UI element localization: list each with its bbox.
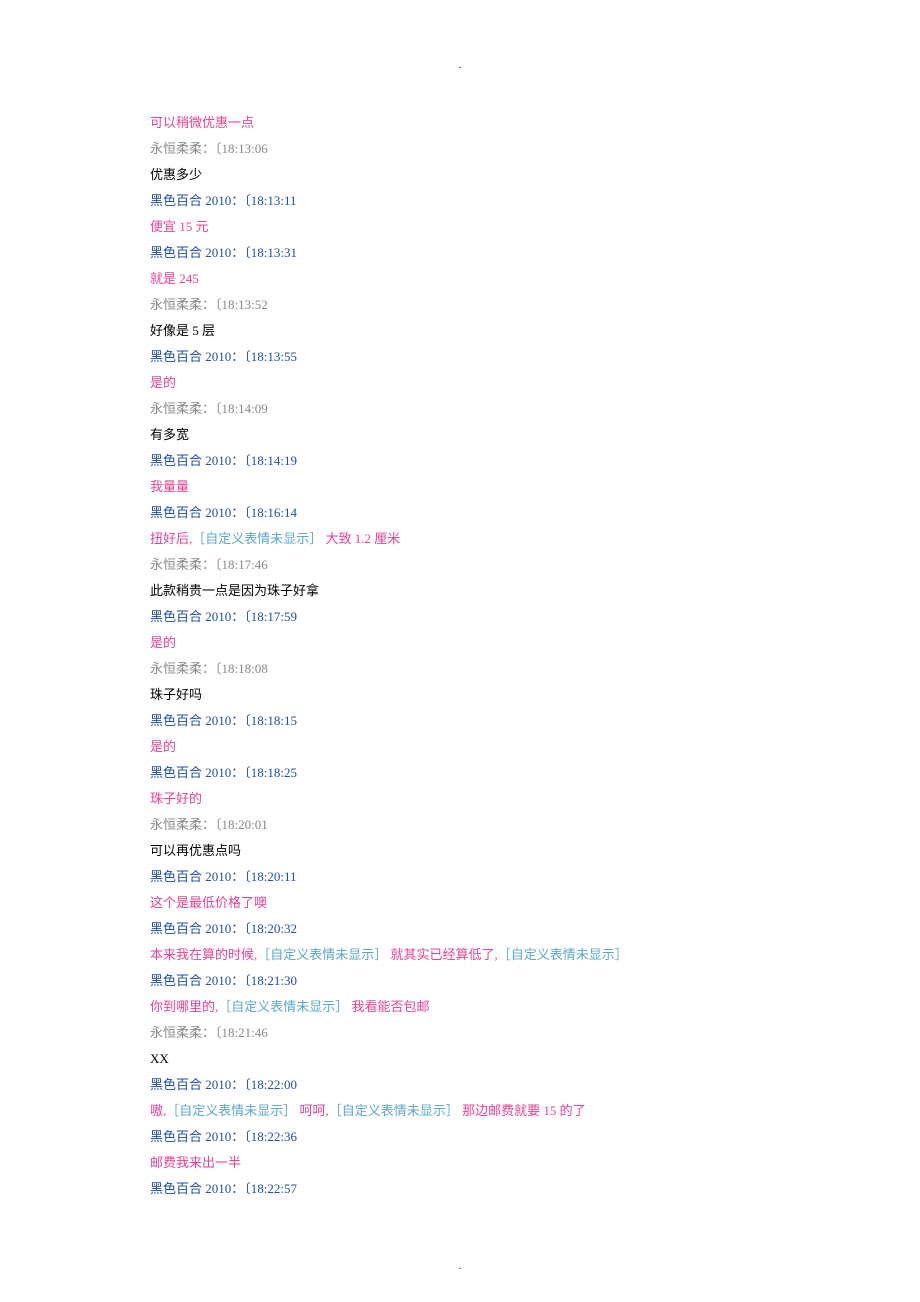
chat-line: 扭好后,［自定义表情未显示］ 大致 1.2 厘米 xyxy=(150,526,820,552)
chat-line: 可以稍微优惠一点 xyxy=(150,110,820,136)
chat-line: 你到哪里的,［自定义表情未显示］ 我看能否包邮 xyxy=(150,994,820,1020)
chat-text: 优惠多少 xyxy=(150,167,202,182)
chat-text: 此款稍贵一点是因为珠子好拿 xyxy=(150,583,319,598)
chat-line: 珠子好的 xyxy=(150,786,820,812)
chat-text: 黑色百合 2010：〔18:22:57 xyxy=(150,1181,297,1196)
chat-text: 永恒柔柔：〔18:20:01 xyxy=(150,817,268,832)
chat-line: 便宜 15 元 xyxy=(150,214,820,240)
chat-line: 永恒柔柔：〔18:14:09 xyxy=(150,396,820,422)
chat-text: 呵呵, xyxy=(296,1103,329,1118)
page-marker-bottom: . xyxy=(459,1261,462,1272)
chat-text: 就其实已经算低了, xyxy=(387,947,498,962)
chat-text: 黑色百合 2010：〔18:13:31 xyxy=(150,245,297,260)
page-marker-top: . xyxy=(459,60,462,71)
chat-line: 本来我在算的时候,［自定义表情未显示］ 就其实已经算低了,［自定义表情未显示］ xyxy=(150,942,820,968)
chat-line: 黑色百合 2010：〔18:22:00 xyxy=(150,1072,820,1098)
chat-text: ［自定义表情未显示］ xyxy=(329,1103,459,1118)
chat-text: ［自定义表情未显示］ xyxy=(498,947,628,962)
chat-text: 黑色百合 2010：〔18:21:30 xyxy=(150,973,297,988)
chat-text: 可以再优惠点吗 xyxy=(150,843,241,858)
chat-line: 黑色百合 2010：〔18:13:11 xyxy=(150,188,820,214)
chat-text: 扭好后, xyxy=(150,531,192,546)
chat-line: 黑色百合 2010：〔18:13:55 xyxy=(150,344,820,370)
chat-text: ［自定义表情未显示］ xyxy=(166,1103,296,1118)
chat-text: 便宜 15 元 xyxy=(150,219,209,234)
chat-line: 永恒柔柔：〔18:20:01 xyxy=(150,812,820,838)
chat-text: 你到哪里的, xyxy=(150,999,218,1014)
chat-line: 珠子好吗 xyxy=(150,682,820,708)
chat-log: 可以稍微优惠一点永恒柔柔：〔18:13:06 优惠多少黑色百合 2010：〔18:… xyxy=(0,110,920,1202)
chat-line: 永恒柔柔：〔18:21:46 xyxy=(150,1020,820,1046)
chat-text: 邮费我来出一半 xyxy=(150,1155,241,1170)
chat-line: 永恒柔柔：〔18:17:46 xyxy=(150,552,820,578)
chat-line: 黑色百合 2010：〔18:18:25 xyxy=(150,760,820,786)
chat-text: XX xyxy=(150,1051,169,1066)
chat-text: 黑色百合 2010：〔18:18:25 xyxy=(150,765,297,780)
chat-text: 是的 xyxy=(150,635,176,650)
chat-line: 黑色百合 2010：〔18:22:57 xyxy=(150,1176,820,1202)
chat-text: 黑色百合 2010：〔18:22:36 xyxy=(150,1129,297,1144)
chat-text: 永恒柔柔：〔18:13:52 xyxy=(150,297,268,312)
chat-line: 黑色百合 2010：〔18:22:36 xyxy=(150,1124,820,1150)
chat-text: ［自定义表情未显示］ xyxy=(192,531,322,546)
chat-text: ［自定义表情未显示］ xyxy=(257,947,387,962)
chat-text: 黑色百合 2010：〔18:17:59 xyxy=(150,609,297,624)
chat-text: 永恒柔柔：〔18:21:46 xyxy=(150,1025,268,1040)
chat-text: 珠子好的 xyxy=(150,791,202,806)
chat-text: 有多宽 xyxy=(150,427,189,442)
chat-line: XX xyxy=(150,1046,820,1072)
chat-text: 是的 xyxy=(150,375,176,390)
chat-text: 永恒柔柔：〔18:14:09 xyxy=(150,401,268,416)
chat-text: 本来我在算的时候, xyxy=(150,947,257,962)
chat-line: 黑色百合 2010：〔18:14:19 xyxy=(150,448,820,474)
chat-line: 是的 xyxy=(150,370,820,396)
chat-line: 黑色百合 2010：〔18:21:30 xyxy=(150,968,820,994)
chat-text: 可以稍微优惠一点 xyxy=(150,115,254,130)
chat-line: 黑色百合 2010：〔18:16:14 xyxy=(150,500,820,526)
chat-text: 黑色百合 2010：〔18:16:14 xyxy=(150,505,297,520)
chat-text: 好像是 5 层 xyxy=(150,323,215,338)
chat-text: 嗷, xyxy=(150,1103,166,1118)
chat-line: 是的 xyxy=(150,734,820,760)
chat-line: 嗷,［自定义表情未显示］ 呵呵,［自定义表情未显示］ 那边邮费就要 15 的了 xyxy=(150,1098,820,1124)
chat-line: 是的 xyxy=(150,630,820,656)
chat-text: 永恒柔柔：〔18:18:08 xyxy=(150,661,268,676)
chat-line: 黑色百合 2010：〔18:20:32 xyxy=(150,916,820,942)
chat-line: 这个是最低价格了噢 xyxy=(150,890,820,916)
chat-text: 黑色百合 2010：〔18:13:11 xyxy=(150,193,297,208)
chat-text: 是的 xyxy=(150,739,176,754)
chat-line: 可以再优惠点吗 xyxy=(150,838,820,864)
chat-line: 我量量 xyxy=(150,474,820,500)
chat-text: 黑色百合 2010：〔18:22:00 xyxy=(150,1077,297,1092)
chat-text: 永恒柔柔：〔18:13:06 xyxy=(150,141,268,156)
chat-text: 黑色百合 2010：〔18:20:32 xyxy=(150,921,297,936)
chat-text: 那边邮费就要 15 的了 xyxy=(459,1103,586,1118)
chat-line: 此款稍贵一点是因为珠子好拿 xyxy=(150,578,820,604)
chat-text: 黑色百合 2010：〔18:14:19 xyxy=(150,453,297,468)
chat-text: 大致 1.2 厘米 xyxy=(322,531,400,546)
chat-text: 永恒柔柔：〔18:17:46 xyxy=(150,557,268,572)
chat-line: 优惠多少 xyxy=(150,162,820,188)
chat-text: 这个是最低价格了噢 xyxy=(150,895,267,910)
chat-line: 邮费我来出一半 xyxy=(150,1150,820,1176)
chat-line: 黑色百合 2010：〔18:13:31 xyxy=(150,240,820,266)
chat-line: 黑色百合 2010：〔18:20:11 xyxy=(150,864,820,890)
chat-line: 永恒柔柔：〔18:13:06 xyxy=(150,136,820,162)
chat-text: 我看能否包邮 xyxy=(348,999,429,1014)
chat-line: 好像是 5 层 xyxy=(150,318,820,344)
chat-line: 永恒柔柔：〔18:13:52 xyxy=(150,292,820,318)
chat-line: 永恒柔柔：〔18:18:08 xyxy=(150,656,820,682)
chat-text: 我量量 xyxy=(150,479,189,494)
chat-text: 黑色百合 2010：〔18:20:11 xyxy=(150,869,297,884)
chat-line: 有多宽 xyxy=(150,422,820,448)
chat-text: 黑色百合 2010：〔18:13:55 xyxy=(150,349,297,364)
chat-text: ［自定义表情未显示］ xyxy=(218,999,348,1014)
chat-text: 珠子好吗 xyxy=(150,687,202,702)
chat-text: 黑色百合 2010：〔18:18:15 xyxy=(150,713,297,728)
chat-line: 就是 245 xyxy=(150,266,820,292)
chat-line: 黑色百合 2010：〔18:18:15 xyxy=(150,708,820,734)
chat-line: 黑色百合 2010：〔18:17:59 xyxy=(150,604,820,630)
chat-text: 就是 245 xyxy=(150,271,199,286)
